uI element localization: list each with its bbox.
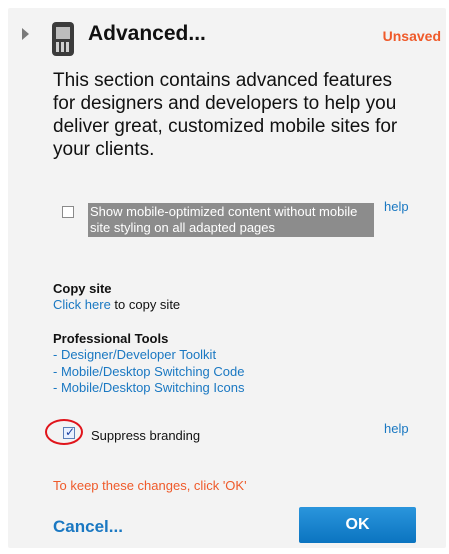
mobile-optimized-label: Show mobile-optimized content without mo… xyxy=(88,203,374,237)
unsaved-status: Unsaved xyxy=(382,28,441,44)
suppress-branding-help-link[interactable]: help xyxy=(384,421,409,436)
cancel-link[interactable]: Cancel... xyxy=(53,517,123,537)
copy-site-suffix: to copy site xyxy=(110,297,181,312)
copy-site-line: Click here to copy site xyxy=(53,297,180,312)
section-title: Advanced... xyxy=(88,22,206,45)
section-description: This section contains advanced features … xyxy=(53,70,398,160)
highlight-circle xyxy=(45,419,83,445)
designer-toolkit-link[interactable]: - Designer/Developer Toolkit xyxy=(53,347,244,364)
ok-button[interactable]: OK xyxy=(299,507,416,543)
switching-icons-link[interactable]: - Mobile/Desktop Switching Icons xyxy=(53,380,244,397)
mobile-optimized-checkbox[interactable] xyxy=(62,206,74,218)
pro-tools-list: - Designer/Developer Toolkit - Mobile/De… xyxy=(53,347,244,397)
save-notice: To keep these changes, click 'OK' xyxy=(53,478,247,493)
mobile-phone-icon xyxy=(52,22,74,56)
pro-tools-heading: Professional Tools xyxy=(53,331,169,346)
switching-code-link[interactable]: - Mobile/Desktop Switching Code xyxy=(53,364,244,381)
copy-site-heading: Copy site xyxy=(53,281,112,296)
copy-site-link[interactable]: Click here xyxy=(53,297,111,312)
collapse-caret-icon[interactable] xyxy=(22,28,29,40)
suppress-branding-label: Suppress branding xyxy=(91,428,201,443)
mobile-optimized-help-link[interactable]: help xyxy=(384,199,409,214)
